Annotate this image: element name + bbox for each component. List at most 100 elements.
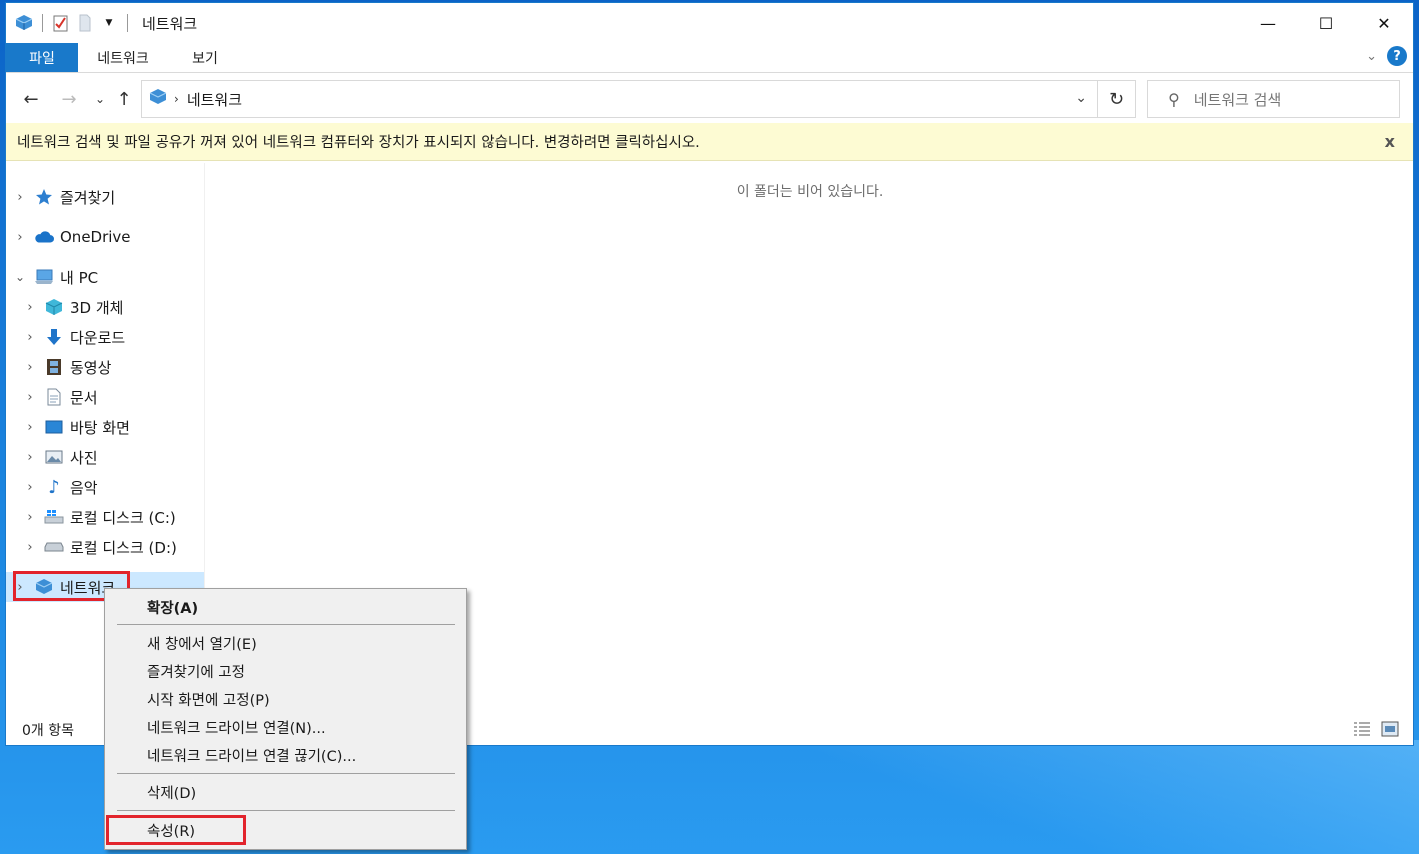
film-icon <box>44 358 64 376</box>
menu-item-disconnect-network-drive[interactable]: 네트워크 드라이브 연결 끊기(C)... <box>147 742 356 768</box>
expand-chevron-icon[interactable]: › <box>12 230 28 245</box>
cube-icon <box>44 298 64 316</box>
nav-item-videos[interactable]: › 동영상 <box>6 352 204 382</box>
nav-item-label: 사진 <box>70 448 98 467</box>
expand-chevron-icon[interactable]: › <box>22 480 38 495</box>
maximize-button[interactable]: ☐ <box>1297 3 1355 43</box>
breadcrumb[interactable]: 네트워크 <box>187 89 242 110</box>
window-controls: — ☐ ✕ <box>1239 3 1413 43</box>
up-arrow-icon[interactable]: ↑ <box>112 87 136 111</box>
expand-chevron-icon[interactable]: › <box>22 450 38 465</box>
nav-item-quick-access[interactable]: › 즐겨찾기 <box>6 182 204 212</box>
wallpaper-light-streak <box>460 740 1419 854</box>
item-count: 0개 항목 <box>22 723 74 739</box>
address-bar[interactable]: › 네트워크 ⌄ <box>141 80 1098 118</box>
address-dropdown-chevron-icon[interactable]: ⌄ <box>1075 90 1087 106</box>
network-discovery-infobar[interactable]: 네트워크 검색 및 파일 공유가 꺼져 있어 네트워크 컴퓨터와 장치가 표시되… <box>6 123 1413 161</box>
refresh-button[interactable]: ↻ <box>1098 80 1136 118</box>
collapse-chevron-icon[interactable]: ⌄ <box>12 270 28 284</box>
toolbar-divider <box>42 14 43 32</box>
refresh-icon: ↻ <box>1108 88 1125 110</box>
forward-arrow-icon[interactable]: → <box>57 87 81 111</box>
details-view-icon[interactable] <box>1353 721 1371 737</box>
expand-chevron-icon[interactable]: › <box>22 510 38 525</box>
tab-view[interactable]: 보기 <box>168 43 242 72</box>
window-title: 네트워크 <box>142 14 198 33</box>
nav-item-label: 다운로드 <box>70 328 126 347</box>
star-icon <box>34 188 54 206</box>
nav-item-label: 바탕 화면 <box>70 418 130 437</box>
expand-chevron-icon[interactable]: › <box>22 300 38 315</box>
nav-item-label: 로컬 디스크 (C:) <box>70 508 176 527</box>
empty-folder-message: 이 폴더는 비어 있습니다. <box>736 184 884 200</box>
nav-item-downloads[interactable]: › 다운로드 <box>6 322 204 352</box>
nav-item-label: 로컬 디스크 (D:) <box>70 538 177 557</box>
toolbar-divider <box>127 14 128 32</box>
menu-item-map-network-drive[interactable]: 네트워크 드라이브 연결(N)... <box>147 714 326 740</box>
help-icon[interactable]: ? <box>1387 46 1407 66</box>
nav-item-label: 음악 <box>70 478 98 497</box>
nav-item-label: 3D 개체 <box>70 298 124 317</box>
new-folder-icon[interactable] <box>75 13 95 33</box>
breadcrumb-chevron-icon[interactable]: › <box>174 92 179 106</box>
ribbon-tabs: 파일 네트워크 보기 ⌄ ? <box>6 43 1413 73</box>
view-toggle-group <box>1353 721 1399 737</box>
expand-chevron-icon[interactable]: › <box>22 390 38 405</box>
infobar-close-icon[interactable]: x <box>1385 132 1395 151</box>
expand-chevron-icon[interactable]: › <box>22 420 38 435</box>
picture-icon <box>44 448 64 466</box>
menu-item-open-in-new-window[interactable]: 새 창에서 열기(E) <box>147 630 257 656</box>
expand-chevron-icon[interactable]: › <box>12 190 28 205</box>
properties-item-highlight <box>106 815 246 845</box>
expand-chevron-icon[interactable]: › <box>22 540 38 555</box>
network-icon[interactable] <box>14 13 34 33</box>
document-icon <box>44 388 64 406</box>
search-placeholder: 네트워크 검색 <box>1193 90 1282 109</box>
nav-item-3d-objects[interactable]: › 3D 개체 <box>6 292 204 322</box>
nav-item-pictures[interactable]: › 사진 <box>6 442 204 472</box>
nav-item-label: 동영상 <box>70 358 112 377</box>
nav-item-label: 문서 <box>70 388 98 407</box>
tab-network[interactable]: 네트워크 <box>78 43 168 72</box>
infobar-message[interactable]: 네트워크 검색 및 파일 공유가 꺼져 있어 네트워크 컴퓨터와 장치가 표시되… <box>17 131 700 152</box>
quick-access-toolbar: ▼ 네트워크 <box>6 3 197 43</box>
nav-item-label: OneDrive <box>60 228 131 246</box>
customize-toolbar-dropdown-icon[interactable]: ▼ <box>99 13 119 33</box>
tab-file[interactable]: 파일 <box>6 43 78 72</box>
ribbon-right-controls: ⌄ ? <box>1366 46 1407 66</box>
menu-item-delete[interactable]: 삭제(D) <box>147 779 196 805</box>
nav-item-local-disk-c[interactable]: › 로컬 디스크 (C:) <box>6 502 204 532</box>
nav-item-label: 즐겨찾기 <box>60 188 116 207</box>
expand-chevron-icon[interactable]: › <box>22 360 38 375</box>
menu-item-pin-to-start[interactable]: 시작 화면에 고정(P) <box>147 686 270 712</box>
nav-item-label: 내 PC <box>60 268 99 287</box>
menu-item-expand[interactable]: 확장(A) <box>147 594 198 620</box>
large-icons-view-icon[interactable] <box>1381 721 1399 737</box>
cloud-icon <box>34 228 54 246</box>
windows-drive-icon <box>44 508 64 526</box>
menu-item-pin-to-quick-access[interactable]: 즐겨찾기에 고정 <box>147 658 245 684</box>
nav-item-local-disk-d[interactable]: › 로컬 디스크 (D:) <box>6 532 204 562</box>
music-note-icon: ♪ <box>48 476 60 498</box>
nav-item-onedrive[interactable]: › OneDrive <box>6 222 204 252</box>
network-icon <box>148 88 168 110</box>
navigation-row: ← → ⌄ ↑ › 네트워크 ⌄ ↻ ⚲ 네트워크 검색 <box>6 79 1413 121</box>
expand-chevron-icon[interactable]: › <box>22 330 38 345</box>
title-bar: ▼ 네트워크 — ☐ ✕ <box>6 3 1413 43</box>
close-button[interactable]: ✕ <box>1355 3 1413 43</box>
recent-locations-chevron-icon[interactable]: ⌄ <box>88 87 112 111</box>
nav-item-documents[interactable]: › 문서 <box>6 382 204 412</box>
search-icon: ⚲ <box>1168 89 1180 109</box>
back-arrow-icon[interactable]: ← <box>19 87 43 111</box>
context-menu: 확장(A) 새 창에서 열기(E) 즐겨찾기에 고정 시작 화면에 고정(P) … <box>104 588 467 850</box>
drive-icon <box>44 538 64 556</box>
search-input[interactable]: ⚲ 네트워크 검색 <box>1147 80 1400 118</box>
nav-item-music[interactable]: › ♪ 음악 <box>6 472 204 502</box>
computer-icon <box>34 268 54 286</box>
expand-ribbon-chevron-icon[interactable]: ⌄ <box>1366 49 1377 64</box>
minimize-button[interactable]: — <box>1239 3 1297 43</box>
download-arrow-icon <box>44 328 64 346</box>
properties-checkbox-icon[interactable] <box>51 13 71 33</box>
nav-item-this-pc[interactable]: ⌄ 내 PC <box>6 262 204 292</box>
nav-item-desktop[interactable]: › 바탕 화면 <box>6 412 204 442</box>
